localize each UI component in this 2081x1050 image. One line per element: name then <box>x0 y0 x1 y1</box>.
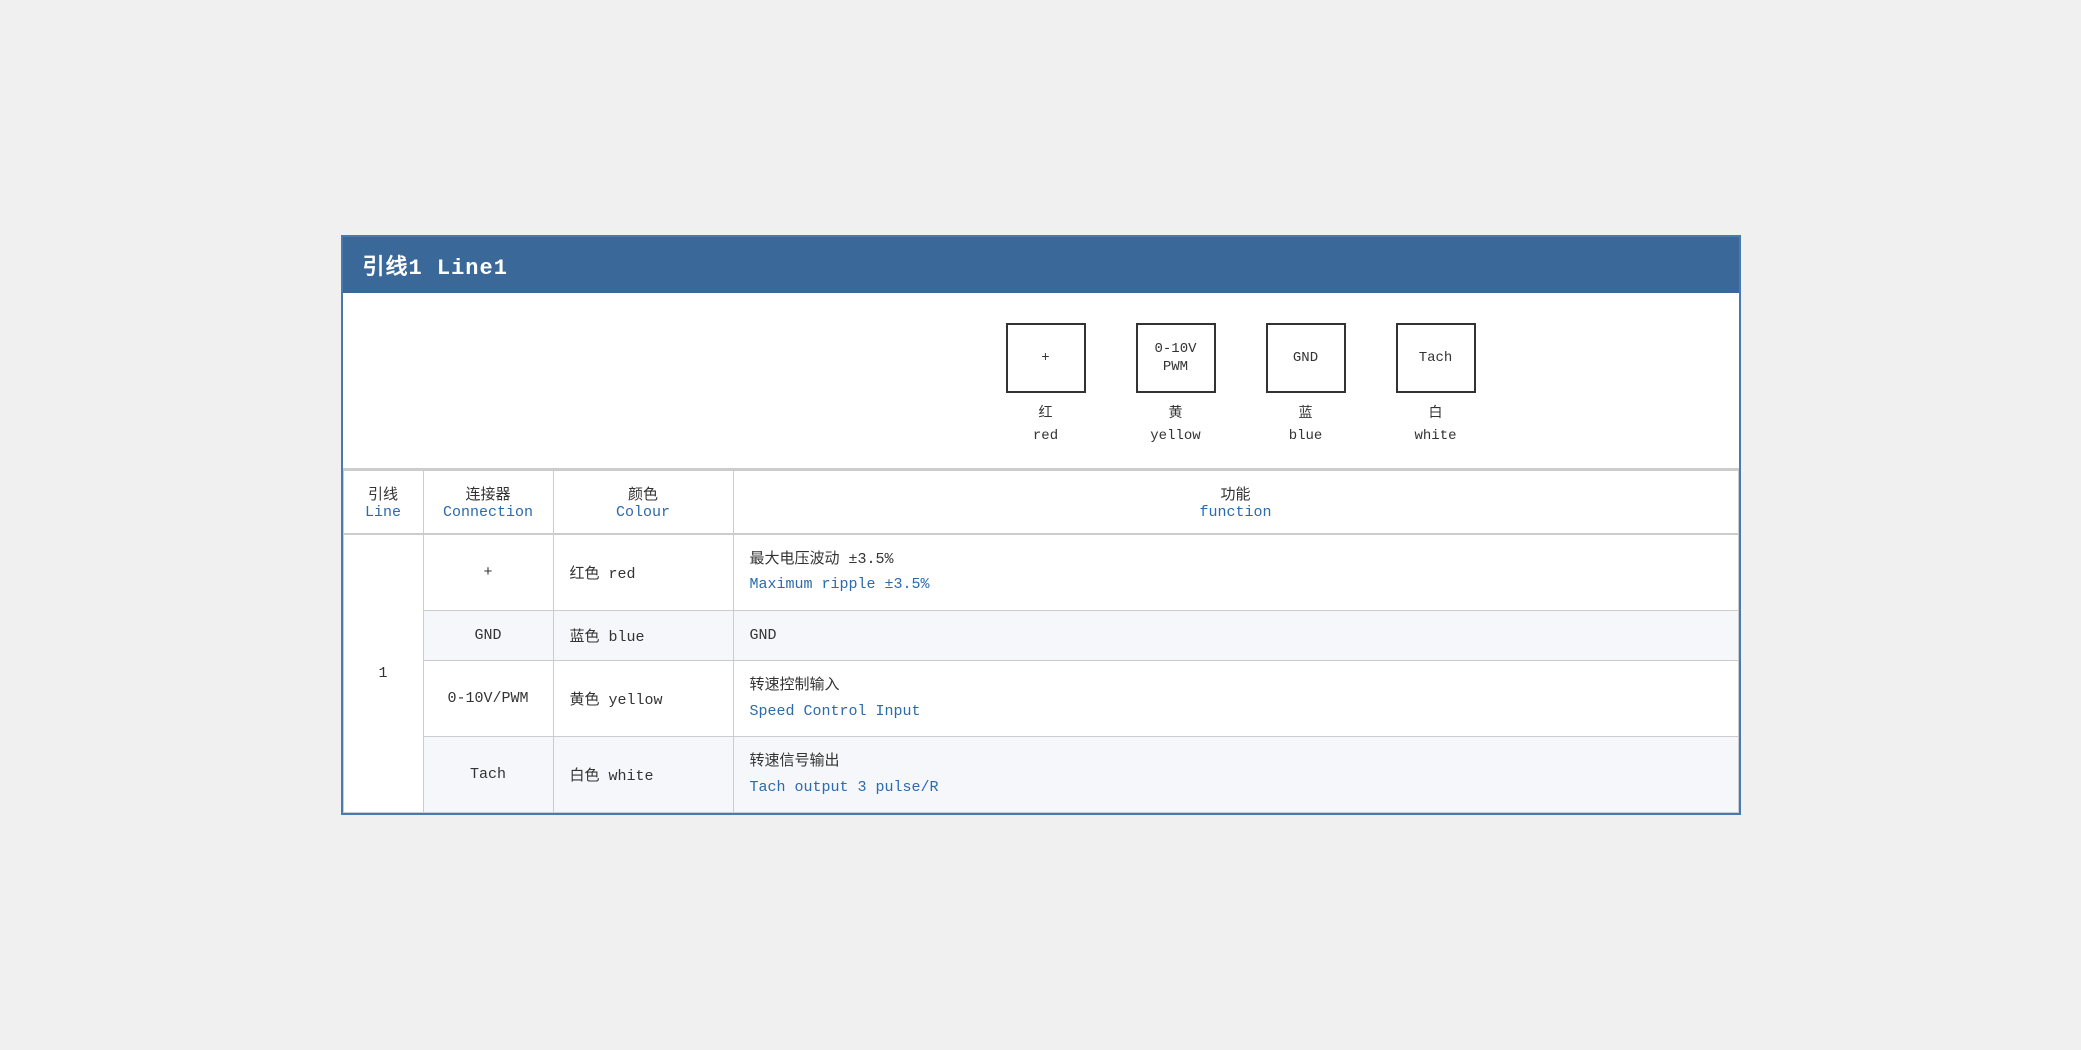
function-cell: 最大电压波动 ±3.5%Maximum ripple ±3.5% <box>733 534 1738 611</box>
connector-en-gnd: blue <box>1289 428 1323 444</box>
connector-label-pwm: 黄 yellow <box>1150 403 1200 448</box>
header-function: 功能 function <box>733 470 1738 534</box>
header-function-zh: 功能 <box>750 483 1722 504</box>
header-line: 引线 Line <box>343 470 423 534</box>
connector-box-pwm: 0-10V PWM <box>1136 323 1216 393</box>
header-connection-en: Connection <box>440 504 537 521</box>
function-zh: 转速控制输入 <box>750 673 1722 699</box>
header-colour: 颜色 Colour <box>553 470 733 534</box>
page-title: 引线1 Line1 <box>363 256 508 281</box>
function-en: Maximum ripple ±3.5% <box>750 572 1722 598</box>
connector-box-plus: + <box>1006 323 1086 393</box>
header-connection: 连接器 Connection <box>423 470 553 534</box>
connector-en-plus: red <box>1033 428 1058 444</box>
main-container: 引线1 Line1 + 红 red 0-10V PWM 黄 yellow GND 蓝 blue T… <box>341 235 1741 815</box>
connector-tach: Tach 白 white <box>1371 323 1501 448</box>
connector-en-pwm: yellow <box>1150 428 1200 444</box>
diagram-section: + 红 red 0-10V PWM 黄 yellow GND 蓝 blue Tach 白 white <box>343 293 1739 470</box>
connector-box-tach: Tach <box>1396 323 1476 393</box>
connection-cell: GND <box>423 610 553 661</box>
table-row: GND蓝色 blueGND <box>343 610 1738 661</box>
table-header-row: 引线 Line 连接器 Connection 颜色 Colour 功能 func… <box>343 470 1738 534</box>
connector-zh-tach: 白 <box>1428 406 1442 422</box>
connector-zh-pwm: 黄 <box>1168 406 1182 422</box>
connector-plus: + 红 red <box>981 323 1111 448</box>
header-colour-en: Colour <box>570 504 717 521</box>
connector-zh-plus: 红 <box>1039 406 1053 422</box>
connector-label-gnd: 蓝 blue <box>1289 403 1323 448</box>
title-bar: 引线1 Line1 <box>343 237 1739 293</box>
colour-cell: 红色 red <box>553 534 733 611</box>
function-cell: 转速信号输出Tach output 3 pulse/R <box>733 737 1738 813</box>
line-number-cell: 1 <box>343 534 423 813</box>
table-row: 0-10V/PWM黄色 yellow转速控制输入Speed Control In… <box>343 661 1738 737</box>
function-cell: GND <box>733 610 1738 661</box>
function-en: Speed Control Input <box>750 699 1722 725</box>
connection-cell: Tach <box>423 737 553 813</box>
connection-cell: + <box>423 534 553 611</box>
main-table: 引线 Line 连接器 Connection 颜色 Colour 功能 func… <box>343 470 1739 814</box>
connector-diagram: + 红 red 0-10V PWM 黄 yellow GND 蓝 blue Tach 白 white <box>981 323 1501 448</box>
header-connection-zh: 连接器 <box>440 483 537 504</box>
colour-cell: 黄色 yellow <box>553 661 733 737</box>
connector-en-tach: white <box>1414 428 1456 444</box>
table-row: 1+红色 red最大电压波动 ±3.5%Maximum ripple ±3.5% <box>343 534 1738 611</box>
function-zh: 最大电压波动 ±3.5% <box>750 547 1722 573</box>
connector-gnd: GND 蓝 blue <box>1241 323 1371 448</box>
header-line-zh: 引线 <box>360 483 407 504</box>
connector-label-tach: 白 white <box>1414 403 1456 448</box>
connector-box-gnd: GND <box>1266 323 1346 393</box>
header-colour-zh: 颜色 <box>570 483 717 504</box>
connector-label-plus: 红 red <box>1033 403 1058 448</box>
colour-cell: 白色 white <box>553 737 733 813</box>
connector-zh-gnd: 蓝 <box>1298 406 1312 422</box>
function-en: Tach output 3 pulse/R <box>750 775 1722 801</box>
connection-cell: 0-10V/PWM <box>423 661 553 737</box>
header-function-en: function <box>750 504 1722 521</box>
function-zh: 转速信号输出 <box>750 749 1722 775</box>
header-line-en: Line <box>360 504 407 521</box>
function-cell: 转速控制输入Speed Control Input <box>733 661 1738 737</box>
function-zh: GND <box>750 623 1722 649</box>
colour-cell: 蓝色 blue <box>553 610 733 661</box>
connector-pwm: 0-10V PWM 黄 yellow <box>1111 323 1241 448</box>
table-row: Tach白色 white转速信号输出Tach output 3 pulse/R <box>343 737 1738 813</box>
